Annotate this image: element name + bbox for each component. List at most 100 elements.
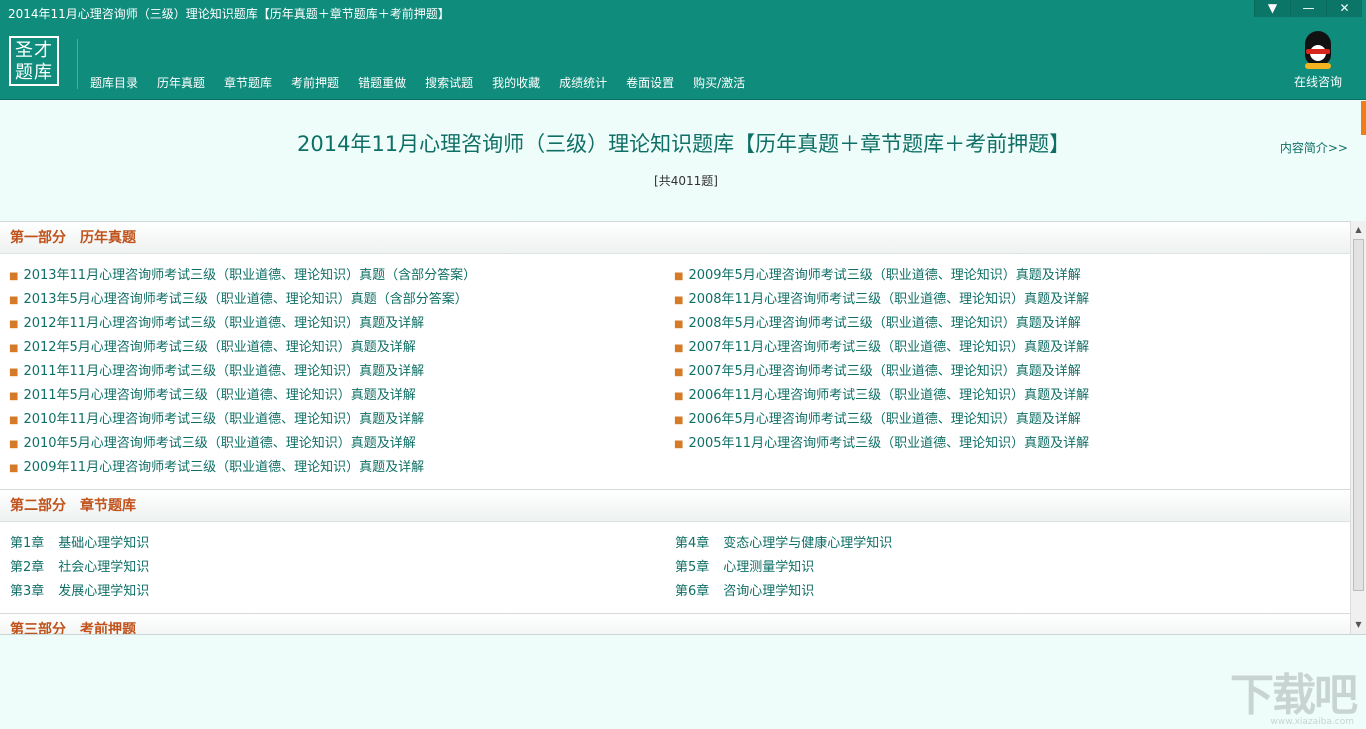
exam-link[interactable]: 2012年5月心理咨询师考试三级（职业道德、理论知识）真题及详解 xyxy=(23,340,415,355)
nav-pre-exam[interactable]: 考前押题 xyxy=(291,74,339,91)
chapter-item[interactable]: 第3章 发展心理学知识 xyxy=(0,580,665,604)
list-item[interactable]: ■ 2013年5月心理咨询师考试三级（职业道德、理论知识）真题（含部分答案） xyxy=(0,288,665,312)
online-consult-label: 在线咨询 xyxy=(1293,75,1342,89)
nav-redo-wrong[interactable]: 错题重做 xyxy=(358,74,406,91)
chapter-item[interactable]: 第2章 社会心理学知识 xyxy=(0,556,665,580)
window-title: 2014年11月心理咨询师（三级）理论知识题库【历年真题＋章节题库＋考前押题】 xyxy=(8,7,450,21)
bullet-icon: ■ xyxy=(9,295,19,306)
panel-scrollbar[interactable]: ▲ ▼ xyxy=(1350,221,1366,634)
chapter-number: 第3章 xyxy=(10,584,45,599)
watermark-url: www.xiazaiba.com xyxy=(1270,717,1354,727)
question-count: [共4011题] xyxy=(654,174,718,188)
exam-link[interactable]: 2012年11月心理咨询师考试三级（职业道德、理论知识）真题及详解 xyxy=(23,316,424,331)
bullet-icon: ■ xyxy=(674,415,684,426)
section-label: 第一部分 xyxy=(10,230,66,246)
nav-settings[interactable]: 卷面设置 xyxy=(626,74,674,91)
chapter-list: 第1章 基础心理学知识 第2章 社会心理学知识 第3章 发展心理学知识 第4章 变态心理… xyxy=(0,522,1350,614)
logo-divider xyxy=(77,39,78,89)
exam-link[interactable]: 2005年11月心理咨询师考试三级（职业道德、理论知识）真题及详解 xyxy=(688,436,1089,451)
chapter-title[interactable]: 咨询心理学知识 xyxy=(723,584,814,599)
logo-line1: 圣才 xyxy=(15,40,53,61)
chapter-number: 第6章 xyxy=(675,584,710,599)
scroll-up-icon[interactable]: ▲ xyxy=(1351,223,1366,237)
app-logo: 圣才 题库 xyxy=(9,36,59,86)
bullet-icon: ■ xyxy=(9,271,19,282)
list-item[interactable]: ■ 2010年5月心理咨询师考试三级（职业道德、理论知识）真题及详解 xyxy=(0,432,665,456)
chapter-right-column: 第4章 变态心理学与健康心理学知识 第5章 心理测量学知识 第6章 咨询心理学知识 xyxy=(665,532,1330,604)
section-label: 第二部分 xyxy=(10,498,66,514)
nav-past-exams[interactable]: 历年真题 xyxy=(157,74,205,91)
nav-favorites[interactable]: 我的收藏 xyxy=(492,74,540,91)
past-exams-left-column: ■ 2013年11月心理咨询师考试三级（职业道德、理论知识）真题（含部分答案） ■… xyxy=(0,264,665,480)
bullet-icon: ■ xyxy=(9,415,19,426)
list-item[interactable]: ■ 2005年11月心理咨询师考试三级（职业道德、理论知识）真题及详解 xyxy=(665,432,1330,456)
chapter-title[interactable]: 变态心理学与健康心理学知识 xyxy=(723,536,892,551)
list-item[interactable]: ■ 2006年5月心理咨询师考试三级（职业道德、理论知识）真题及详解 xyxy=(665,408,1330,432)
chapter-left-column: 第1章 基础心理学知识 第2章 社会心理学知识 第3章 发展心理学知识 xyxy=(0,532,665,604)
list-item[interactable]: ■ 2011年11月心理咨询师考试三级（职业道德、理论知识）真题及详解 xyxy=(0,360,665,384)
exam-link[interactable]: 2007年5月心理咨询师考试三级（职业道德、理论知识）真题及详解 xyxy=(688,364,1080,379)
chapter-number: 第4章 xyxy=(675,536,710,551)
list-item[interactable]: ■ 2006年11月心理咨询师考试三级（职业道德、理论知识）真题及详解 xyxy=(665,384,1330,408)
bullet-icon: ■ xyxy=(9,367,19,378)
exam-link[interactable]: 2011年5月心理咨询师考试三级（职业道德、理论知识）真题及详解 xyxy=(23,388,415,403)
chapter-title[interactable]: 发展心理学知识 xyxy=(58,584,149,599)
exam-link[interactable]: 2010年11月心理咨询师考试三级（职业道德、理论知识）真题及详解 xyxy=(23,412,424,427)
bullet-icon: ■ xyxy=(9,343,19,354)
exam-link[interactable]: 2006年11月心理咨询师考试三级（职业道德、理论知识）真题及详解 xyxy=(688,388,1089,403)
outer-scroll-indicator[interactable] xyxy=(1361,101,1366,135)
chapter-number: 第5章 xyxy=(675,560,710,575)
list-item[interactable]: ■ 2007年5月心理咨询师考试三级（职业道德、理论知识）真题及详解 xyxy=(665,360,1330,384)
exam-link[interactable]: 2009年11月心理咨询师考试三级（职业道德、理论知识）真题及详解 xyxy=(23,460,424,475)
exam-link[interactable]: 2013年11月心理咨询师考试三级（职业道德、理论知识）真题（含部分答案） xyxy=(23,268,476,283)
nav-buy-activate[interactable]: 购买/激活 xyxy=(693,74,745,91)
chapter-item[interactable]: 第6章 咨询心理学知识 xyxy=(665,580,1330,604)
exam-link[interactable]: 2006年5月心理咨询师考试三级（职业道德、理论知识）真题及详解 xyxy=(688,412,1080,427)
list-item[interactable]: ■ 2007年11月心理咨询师考试三级（职业道德、理论知识）真题及详解 xyxy=(665,336,1330,360)
nav-stats[interactable]: 成绩统计 xyxy=(559,74,607,91)
bullet-icon: ■ xyxy=(674,295,684,306)
chapter-title[interactable]: 心理测量学知识 xyxy=(723,560,814,575)
chapter-item[interactable]: 第5章 心理测量学知识 xyxy=(665,556,1330,580)
watermark-logo: 下载吧 xyxy=(1230,670,1358,721)
list-item[interactable]: ■ 2012年5月心理咨询师考试三级（职业道德、理论知识）真题及详解 xyxy=(0,336,665,360)
chapter-title[interactable]: 社会心理学知识 xyxy=(58,560,149,575)
list-item[interactable]: ■ 2008年11月心理咨询师考试三级（职业道德、理论知识）真题及详解 xyxy=(665,288,1330,312)
menu-dropdown-button[interactable]: ▼ xyxy=(1254,0,1290,17)
online-consult-button[interactable]: 在线咨询 xyxy=(1288,31,1348,90)
list-item[interactable]: ■ 2008年5月心理咨询师考试三级（职业道德、理论知识）真题及详解 xyxy=(665,312,1330,336)
page-header: 2014年11月心理咨询师（三级）理论知识题库【历年真题＋章节题库＋考前押题】 [… xyxy=(0,101,1366,221)
minimize-button[interactable]: — xyxy=(1290,0,1326,17)
exam-link[interactable]: 2008年11月心理咨询师考试三级（职业道德、理论知识）真题及详解 xyxy=(688,292,1089,307)
chapter-item[interactable]: 第1章 基础心理学知识 xyxy=(0,532,665,556)
list-item[interactable]: ■ 2013年11月心理咨询师考试三级（职业道德、理论知识）真题（含部分答案） xyxy=(0,264,665,288)
close-button[interactable]: ✕ xyxy=(1326,0,1362,17)
chapter-title[interactable]: 基础心理学知识 xyxy=(58,536,149,551)
title-bar: 2014年11月心理咨询师（三级）理论知识题库【历年真题＋章节题库＋考前押题】 … xyxy=(0,0,1366,25)
list-item[interactable]: ■ 2009年5月心理咨询师考试三级（职业道德、理论知识）真题及详解 xyxy=(665,264,1330,288)
list-item[interactable]: ■ 2010年11月心理咨询师考试三级（职业道德、理论知识）真题及详解 xyxy=(0,408,665,432)
logo-line2: 题库 xyxy=(15,62,53,83)
exam-link[interactable]: 2011年11月心理咨询师考试三级（职业道德、理论知识）真题及详解 xyxy=(23,364,424,379)
chapter-item[interactable]: 第4章 变态心理学与健康心理学知识 xyxy=(665,532,1330,556)
exam-link[interactable]: 2010年5月心理咨询师考试三级（职业道德、理论知识）真题及详解 xyxy=(23,436,415,451)
bullet-icon: ■ xyxy=(674,367,684,378)
exam-link[interactable]: 2013年5月心理咨询师考试三级（职业道德、理论知识）真题（含部分答案） xyxy=(23,292,467,307)
scroll-thumb[interactable] xyxy=(1353,239,1364,591)
bullet-icon: ■ xyxy=(9,439,19,450)
scroll-down-icon[interactable]: ▼ xyxy=(1351,618,1366,632)
list-item[interactable]: ■ 2011年5月心理咨询师考试三级（职业道德、理论知识）真题及详解 xyxy=(0,384,665,408)
footer-area: 下载吧 www.xiazaiba.com xyxy=(0,634,1366,729)
nav-catalog[interactable]: 题库目录 xyxy=(90,74,138,91)
bullet-icon: ■ xyxy=(674,343,684,354)
intro-link[interactable]: 内容简介>> xyxy=(1280,139,1348,156)
list-item[interactable]: ■ 2009年11月心理咨询师考试三级（职业道德、理论知识）真题及详解 xyxy=(0,456,665,480)
exam-link[interactable]: 2009年5月心理咨询师考试三级（职业道德、理论知识）真题及详解 xyxy=(688,268,1080,283)
list-item[interactable]: ■ 2012年11月心理咨询师考试三级（职业道德、理论知识）真题及详解 xyxy=(0,312,665,336)
nav-chapter-bank[interactable]: 章节题库 xyxy=(224,74,272,91)
page-title: 2014年11月心理咨询师（三级）理论知识题库【历年真题＋章节题库＋考前押题】 [… xyxy=(297,127,1070,198)
exam-link[interactable]: 2007年11月心理咨询师考试三级（职业道德、理论知识）真题及详解 xyxy=(688,340,1089,355)
nav-search[interactable]: 搜索试题 xyxy=(425,74,473,91)
section-label: 第三部分 xyxy=(10,622,66,634)
exam-link[interactable]: 2008年5月心理咨询师考试三级（职业道德、理论知识）真题及详解 xyxy=(688,316,1080,331)
